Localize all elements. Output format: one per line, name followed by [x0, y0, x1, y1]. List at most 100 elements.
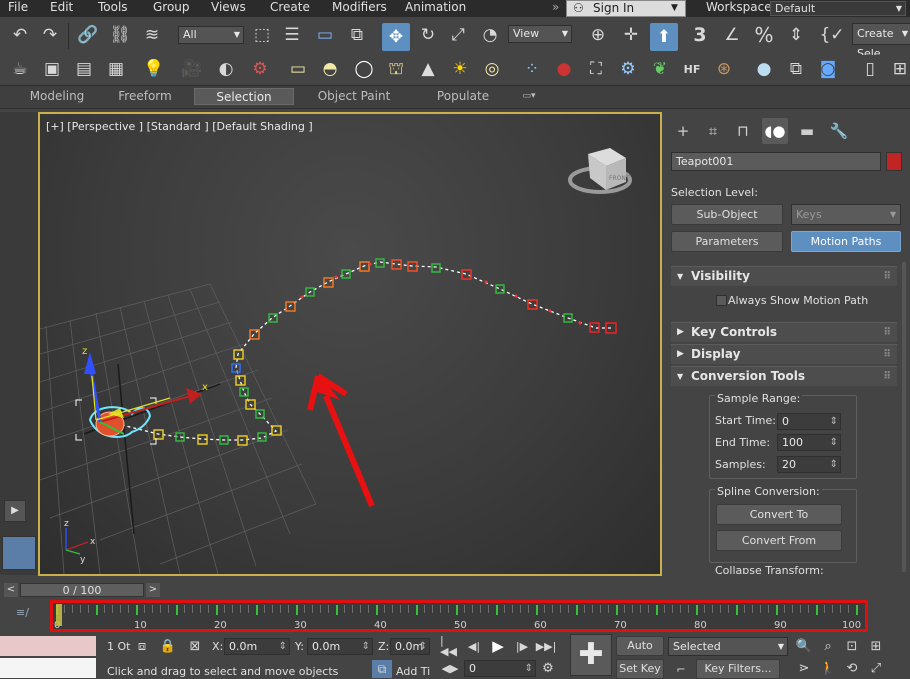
hemisphere-icon[interactable]: ◓	[318, 57, 342, 81]
keys-dropdown[interactable]: Keys	[791, 204, 901, 225]
disc-icon[interactable]: ◯	[352, 57, 376, 81]
next-frame-button[interactable]: >	[146, 583, 160, 597]
menu-tools[interactable]: Tools	[98, 0, 128, 17]
trackbar[interactable]: 0102030405060708090100	[50, 600, 868, 632]
next-key-icon[interactable]: |▶	[512, 636, 532, 656]
placement-icon[interactable]: ◔	[478, 23, 502, 47]
add-time-tag-label[interactable]: Add Tir	[396, 665, 430, 678]
orbit-icon[interactable]: ⟲	[842, 658, 862, 678]
panel-scrollbar[interactable]	[902, 262, 906, 572]
tab-modeling[interactable]: Modeling	[12, 88, 102, 105]
render-sphere-icon[interactable]: ●	[752, 57, 776, 81]
add-time-tag-icon[interactable]: ⧉	[372, 660, 392, 678]
particles-icon[interactable]: ⁘	[520, 57, 544, 81]
tab-populate[interactable]: Populate	[418, 88, 508, 105]
move-icon[interactable]: ✥	[382, 23, 410, 51]
auto-key-button[interactable]: Auto Key	[616, 636, 664, 670]
trackbar-keyframe[interactable]	[96, 605, 98, 615]
bind-space-warp-icon[interactable]: ≋	[140, 23, 164, 47]
go-to-start-icon[interactable]: |◀◀	[440, 635, 460, 657]
trackbar-keyframe[interactable]	[696, 605, 698, 615]
current-frame-field[interactable]: 0	[464, 660, 536, 677]
lock-icon[interactable]: 🔒	[158, 636, 178, 656]
menu-group[interactable]: Group	[153, 0, 190, 17]
walk-through-icon[interactable]: 🚶	[818, 658, 838, 678]
trackbar-keyframe[interactable]	[856, 605, 858, 615]
trackbar-keyframe[interactable]	[336, 605, 338, 615]
link-icon[interactable]: 🔗	[76, 23, 100, 47]
key-mode-icon[interactable]: ◀▶	[440, 658, 460, 678]
time-slider-thumb[interactable]: 0 / 100	[20, 583, 144, 597]
object-color-swatch[interactable]	[886, 152, 902, 171]
cone-icon[interactable]: ▲	[416, 57, 440, 81]
convert-to-button[interactable]: Convert To	[716, 504, 842, 525]
extra-tools-icon[interactable]: ⊞	[888, 57, 910, 81]
named-selection-dropdown[interactable]: Create Sele	[852, 23, 910, 60]
trackbar-keyframe[interactable]	[616, 605, 618, 615]
zoom-extents-all-icon[interactable]: ⊞	[866, 636, 886, 656]
maximize-viewport-icon[interactable]: ⤢	[866, 658, 886, 678]
undo-icon[interactable]: ↶	[8, 23, 32, 47]
light-bulb-icon[interactable]: 💡	[142, 57, 166, 81]
dynamics-icon[interactable]: ●	[552, 57, 576, 81]
tab-object-paint[interactable]: Object Paint	[304, 88, 404, 105]
tab-freeform[interactable]: Freeform	[100, 88, 190, 105]
key-set-dropdown[interactable]: Selected	[668, 637, 788, 656]
sphere-icon[interactable]: ◐	[214, 57, 238, 81]
previous-key-icon[interactable]: ◀|	[464, 636, 484, 656]
select-by-name-icon[interactable]: ☰	[280, 23, 304, 47]
y-coordinate-field[interactable]: 0.0m	[307, 638, 373, 655]
utilities-tab-icon[interactable]: 🔧	[826, 118, 852, 144]
prev-frame-button[interactable]: <	[4, 583, 18, 597]
sign-in-dropdown[interactable]: ⚇ Sign In ▼	[566, 0, 686, 17]
zoom-extents-icon[interactable]: ⊡	[842, 636, 862, 656]
rect-selection-icon[interactable]: ▭	[313, 23, 337, 47]
create-tab-icon[interactable]: +	[670, 118, 696, 144]
teapot-icon[interactable]: ☕	[8, 57, 32, 81]
viewport-thumbnail[interactable]	[2, 536, 36, 570]
end-time-spinner[interactable]: 100	[777, 434, 841, 451]
play-icon[interactable]: ▶	[488, 636, 508, 656]
object-name-field[interactable]: Teapot001	[671, 152, 881, 171]
x-coordinate-field[interactable]: 0.0m	[224, 638, 290, 655]
display-tab-icon[interactable]: ▬	[794, 118, 820, 144]
default-in-out-tangent-icon[interactable]: ⌐	[672, 660, 690, 678]
set-key-big-button-icon[interactable]: ✚	[570, 634, 612, 676]
snaps-toggle-icon[interactable]: 3	[688, 23, 712, 47]
conversion-tools-rollout[interactable]: ▼ Conversion Tools ⠿	[671, 366, 897, 386]
samples-spinner[interactable]: 20	[777, 456, 841, 473]
select-object-icon[interactable]: ⬚	[250, 23, 274, 47]
trackbar-keyframe[interactable]	[736, 605, 738, 615]
absolute-mode-icon[interactable]: ⊠	[185, 636, 205, 656]
isolate-selection-icon[interactable]: ⧈	[132, 636, 152, 656]
field-of-view-icon[interactable]: ⋗	[794, 658, 814, 678]
sub-object-button[interactable]: Sub-Object	[671, 204, 783, 225]
window-crossing-icon[interactable]: ⧉	[345, 23, 369, 47]
trackbar-keyframe[interactable]	[656, 605, 658, 615]
play-expand-icon[interactable]: ▶	[4, 500, 26, 522]
time-configuration-icon[interactable]: ⚙	[538, 658, 558, 678]
menu-create[interactable]: Create	[270, 0, 310, 17]
plane-icon[interactable]: ▭	[286, 57, 310, 81]
trackbar-keyframe[interactable]	[456, 605, 458, 615]
key-filters-button[interactable]: Key Filters...	[696, 659, 780, 679]
menu-animation[interactable]: Animation	[405, 0, 466, 17]
zoom-icon[interactable]: 🔍	[794, 636, 814, 656]
gear-icon[interactable]: ⚙	[616, 57, 640, 81]
percent-snap-icon[interactable]: %	[752, 23, 776, 47]
hierarchy-tab-icon[interactable]: ⊓	[730, 118, 756, 144]
go-to-end-icon[interactable]: ▶▶|	[536, 636, 557, 656]
menu-views[interactable]: Views	[211, 0, 246, 17]
trackbar-current-frame[interactable]	[56, 604, 62, 626]
render-setup-icon[interactable]: ⚙	[248, 57, 272, 81]
bones-icon[interactable]: ⛶	[584, 57, 608, 81]
set-key-button[interactable]: Set Key	[616, 659, 664, 679]
torus-icon[interactable]: ◎	[480, 57, 504, 81]
trackbar-keyframe[interactable]	[376, 605, 378, 615]
menu-modifiers[interactable]: Modifiers	[332, 0, 387, 17]
sun-icon[interactable]: ☀	[448, 57, 472, 81]
curve-editor-toggle-icon[interactable]: ≡∕	[16, 606, 29, 619]
keyboard-shortcut-override-icon[interactable]: ⬆	[650, 23, 678, 51]
trackbar-keyframe[interactable]	[496, 605, 498, 615]
reference-coordinate-dropdown[interactable]: View	[508, 25, 572, 43]
